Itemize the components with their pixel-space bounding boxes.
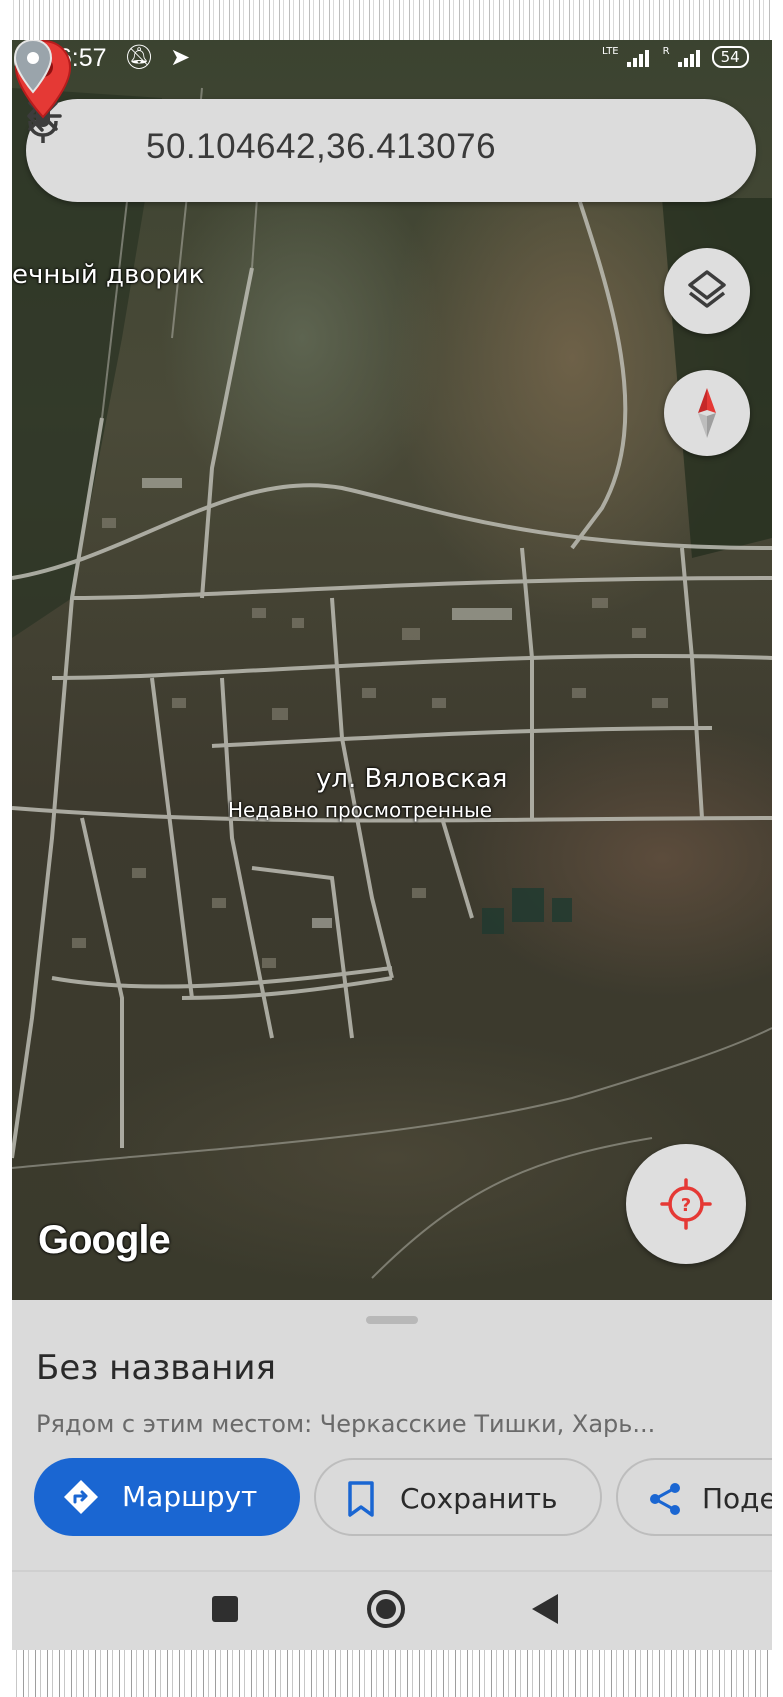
torn-edge-left — [0, 0, 12, 1697]
torn-edge-bottom — [0, 1650, 783, 1697]
compass-icon — [698, 388, 716, 438]
save-button[interactable]: Сохранить — [314, 1458, 602, 1536]
share-icon — [650, 1483, 680, 1515]
layers-icon — [688, 270, 726, 308]
route-button[interactable]: Маршрут — [34, 1458, 300, 1536]
signal-icon-1 — [626, 47, 649, 67]
network-label-roaming: R — [662, 46, 670, 57]
save-button-label: Сохранить — [400, 1482, 558, 1515]
torn-edge-top — [0, 0, 783, 40]
screenshot-frame: 16:57 🔕︎ ➤ LTE R 54 50.104642,36.413076 … — [0, 0, 783, 1697]
search-bar[interactable]: 50.104642,36.413076 — [26, 99, 756, 202]
telegram-icon: ➤ — [170, 43, 191, 71]
system-icons: LTE R 54 — [602, 46, 749, 68]
bell-off-icon: 🔕︎ — [124, 43, 155, 71]
layers-button[interactable] — [664, 248, 750, 334]
recently-viewed-label: Недавно просмотренные — [228, 798, 493, 822]
battery-indicator: 54 — [711, 46, 749, 68]
bookmark-icon — [348, 1481, 374, 1517]
route-button-label: Маршрут — [122, 1480, 258, 1513]
signal-icon-2 — [677, 47, 700, 67]
search-input[interactable]: 50.104642,36.413076 — [146, 127, 496, 167]
google-logo: Google — [38, 1218, 171, 1262]
directions-icon — [64, 1480, 98, 1514]
share-button-label: Поде — [702, 1482, 772, 1515]
street-label[interactable]: ул. Вяловская — [316, 764, 507, 794]
poi-marker-icon[interactable] — [12, 38, 54, 96]
satellite-map[interactable]: 16:57 🔕︎ ➤ LTE R 54 50.104642,36.413076 … — [12, 38, 772, 1300]
map-roads — [12, 87, 772, 1279]
compass-button[interactable] — [664, 370, 750, 456]
share-button[interactable]: Поде — [616, 1458, 772, 1536]
home-circle-icon[interactable] — [367, 1590, 405, 1628]
svg-text:?: ? — [681, 1195, 691, 1216]
network-label-lte: LTE — [602, 46, 619, 57]
recents-square-icon[interactable] — [212, 1596, 238, 1622]
place-subtitle: Рядом с этим местом: Черкасские Тишки, Х… — [36, 1410, 656, 1438]
map-place-label[interactable]: ечный дворик — [12, 260, 204, 290]
torn-edge-right — [772, 0, 783, 1697]
back-triangle-icon[interactable] — [532, 1594, 558, 1624]
status-bar: 16:57 🔕︎ ➤ LTE R 54 — [12, 38, 772, 88]
my-location-icon: ? — [660, 1178, 712, 1230]
my-location-button[interactable]: ? — [626, 1144, 746, 1264]
place-title: Без названия — [36, 1348, 276, 1388]
sheet-drag-handle[interactable] — [366, 1316, 418, 1324]
place-sheet[interactable]: Без названия Рядом с этим местом: Черкас… — [12, 1300, 772, 1650]
notification-icons: 🔕︎ ➤ — [124, 43, 190, 71]
phone-screen: 16:57 🔕︎ ➤ LTE R 54 50.104642,36.413076 … — [12, 38, 772, 1650]
system-nav-bar — [12, 1572, 772, 1650]
